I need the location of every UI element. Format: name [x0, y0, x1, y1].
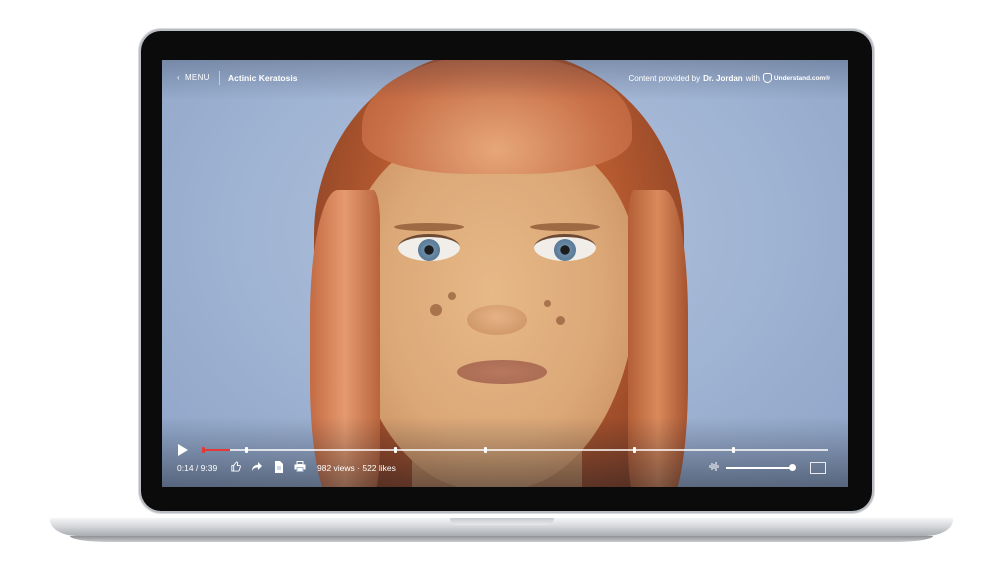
play-button[interactable] — [178, 444, 188, 456]
print-icon — [294, 461, 306, 472]
menu-label: MENU — [184, 73, 210, 82]
volume-slider[interactable] — [726, 467, 794, 469]
share-icon — [252, 462, 262, 471]
divider — [219, 71, 220, 85]
video-stats: 982 views · 522 likes — [317, 463, 396, 473]
progress-played — [203, 449, 230, 451]
credit-with: with — [745, 73, 760, 83]
video-frame-eye-right — [534, 234, 596, 261]
brand-name: Understand.com® — [773, 74, 830, 82]
skin-lesion-spot — [448, 292, 456, 300]
fullscreen-icon[interactable] — [810, 462, 826, 474]
credit-author[interactable]: Dr. Jordan — [703, 74, 743, 83]
print-button[interactable] — [294, 461, 306, 473]
video-frame-brow-right — [530, 223, 600, 231]
skin-lesion-spot — [556, 316, 565, 325]
brand-mark-icon — [762, 73, 772, 83]
menu-button[interactable]: ‹ MENU — [177, 73, 210, 82]
chapter-marker[interactable] — [483, 447, 487, 453]
content-credit: Content provided by Dr. Jordan with Unde… — [628, 73, 830, 83]
chapter-marker[interactable] — [633, 447, 637, 453]
skin-lesion-spot — [430, 304, 442, 316]
thumbs-up-icon — [230, 461, 241, 472]
share-button[interactable] — [251, 461, 263, 473]
volume-knob[interactable] — [788, 464, 796, 471]
chapter-marker[interactable] — [244, 447, 248, 453]
credit-prefix: Content provided by — [628, 73, 701, 83]
chapter-marker[interactable] — [393, 447, 397, 453]
video-frame-eye-left — [398, 234, 460, 261]
audio-description-icon[interactable] — [709, 461, 719, 472]
chapter-marker[interactable] — [732, 447, 735, 453]
video-title: Actinic Keratosis — [228, 73, 298, 83]
controls-gradient — [162, 417, 848, 487]
progress-start-marker — [202, 447, 205, 453]
transcript-button[interactable] — [273, 461, 285, 473]
laptop-base-foot — [70, 536, 933, 542]
video-player[interactable]: ‹ MENU Actinic Keratosis Content provide… — [162, 60, 848, 487]
laptop-notch — [450, 518, 554, 525]
video-frame-nose — [467, 305, 527, 335]
skin-lesion-spot — [544, 300, 551, 307]
document-icon — [275, 461, 283, 473]
brand-logo[interactable]: Understand.com® — [762, 73, 830, 83]
like-button[interactable] — [229, 461, 241, 473]
chevron-left-icon: ‹ — [177, 73, 180, 82]
progress-bar[interactable] — [202, 447, 828, 453]
video-frame-brow-left — [394, 223, 464, 231]
video-frame-mouth — [457, 360, 547, 384]
time-display: 0:14 / 9:39 — [177, 463, 218, 473]
